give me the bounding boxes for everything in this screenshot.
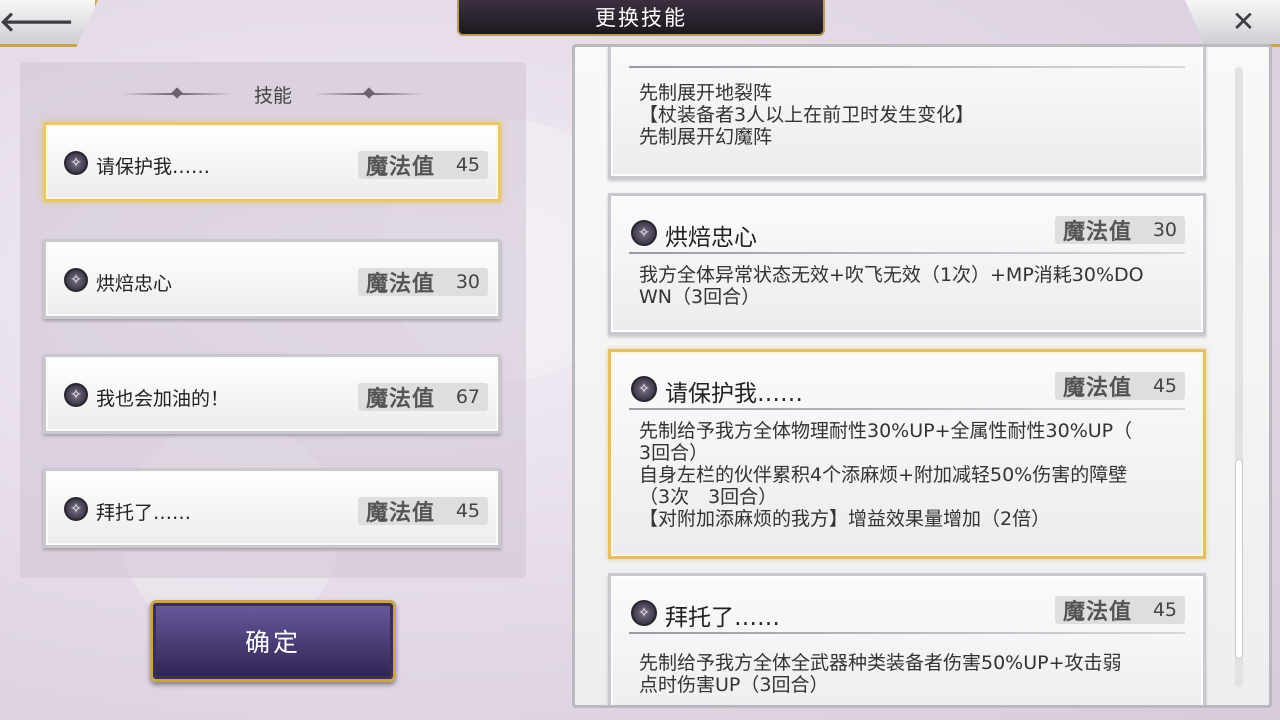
skill-name: 请保护我……	[96, 156, 211, 178]
mp-badge: 魔法值 45	[1055, 372, 1185, 401]
skill-detail-panel[interactable]: 先制展开地裂阵 【杖装备者3人以上在前卫时发生变化】 先制展开幻魔阵 ✧ 烘焙忠…	[572, 44, 1272, 708]
mp-badge: 魔法值 45	[358, 151, 488, 180]
divider	[629, 252, 1185, 254]
scrollbar-thumb[interactable]	[1235, 459, 1243, 659]
skill-name: 拜托了……	[96, 502, 192, 524]
mp-value: 45	[455, 500, 480, 522]
skill-emblem-icon: ✧	[64, 268, 88, 292]
mp-label: 魔法值	[366, 272, 436, 297]
close-x-icon: ✕	[1231, 5, 1256, 38]
mp-label: 魔法值	[366, 387, 436, 412]
mp-badge: 魔法值 45	[1055, 596, 1185, 625]
section-header: 技能	[20, 80, 526, 108]
skill-slot-1[interactable]: ✧ 请保护我…… 魔法值 45	[43, 122, 501, 202]
divider	[629, 408, 1185, 410]
skill-description: 先制给予我方全体全武器种类装备者伤害50%UP+攻击弱 点时伤害UP（3回合）	[639, 652, 1122, 696]
skill-description: 先制给予我方全体物理耐性30%UP+全属性耐性30%UP（ 3回合） 自身左栏的…	[639, 420, 1133, 530]
skill-emblem-icon: ✧	[631, 220, 657, 246]
arrow-left-icon: 🡐	[0, 5, 75, 38]
skill-description: 先制展开地裂阵 【杖装备者3人以上在前卫时发生变化】 先制展开幻魔阵	[639, 82, 975, 148]
mp-value: 45	[455, 154, 480, 176]
confirm-button[interactable]: 确定	[150, 600, 396, 682]
confirm-label: 确定	[244, 628, 301, 657]
back-button[interactable]: 🡐	[0, 0, 98, 47]
skill-slot-4[interactable]: ✧ 拜托了…… 魔法值 45	[43, 468, 501, 548]
mp-value: 45	[1152, 375, 1177, 397]
mp-label: 魔法值	[366, 155, 436, 180]
close-button[interactable]: ✕	[1185, 0, 1280, 47]
skill-slot-2[interactable]: ✧ 烘焙忠心 魔法值 30	[43, 239, 501, 319]
skill-slot-3[interactable]: ✧ 我也会加油的！ 魔法值 67	[43, 354, 501, 434]
skill-emblem-icon: ✧	[631, 600, 657, 626]
section-title: 技能	[253, 84, 292, 107]
skill-name: 我也会加油的！	[96, 388, 230, 410]
skill-detail-card: ✧ 请保护我…… 魔法值 45 先制给予我方全体物理耐性30%UP+全属性耐性3…	[608, 349, 1206, 559]
ornament-right	[314, 93, 424, 95]
mp-badge: 魔法值 30	[358, 268, 488, 297]
skill-description: 我方全体异常状态无效+吹飞无效（1次）+MP消耗30%DO WN（3回合）	[639, 264, 1144, 308]
top-bar: 🡐 更换技能 ✕	[0, 0, 1280, 47]
skill-emblem-icon: ✧	[64, 383, 88, 407]
skill-emblem-icon: ✧	[64, 151, 88, 175]
skill-detail-card: ✧ 烘焙忠心 魔法值 30 我方全体异常状态无效+吹飞无效（1次）+MP消耗30…	[608, 193, 1206, 335]
skill-detail-card: ✧ 拜托了…… 魔法值 45 先制给予我方全体全武器种类装备者伤害50%UP+攻…	[608, 573, 1206, 705]
skill-emblem-icon: ✧	[64, 497, 88, 521]
mp-label: 魔法值	[1063, 600, 1133, 625]
ornament-left	[121, 93, 232, 95]
mp-label: 魔法值	[1063, 220, 1133, 245]
divider	[629, 632, 1185, 634]
skill-name: 烘焙忠心	[96, 273, 173, 295]
mp-value: 45	[1152, 599, 1177, 621]
skill-detail-card: 先制展开地裂阵 【杖装备者3人以上在前卫时发生变化】 先制展开幻魔阵	[608, 47, 1206, 179]
mp-label: 魔法值	[1063, 376, 1133, 401]
skill-name: 请保护我……	[665, 381, 803, 407]
mp-value: 30	[1152, 219, 1177, 241]
mp-badge: 魔法值 45	[358, 497, 488, 526]
page-title: 更换技能	[457, 0, 825, 36]
mp-label: 魔法值	[366, 501, 436, 526]
skill-name: 烘焙忠心	[665, 225, 757, 251]
skill-name: 拜托了……	[665, 605, 780, 631]
mp-value: 67	[455, 386, 480, 408]
mp-value: 30	[455, 271, 480, 293]
divider	[629, 66, 1185, 68]
mp-badge: 魔法值 30	[1055, 216, 1185, 245]
mp-badge: 魔法值 67	[358, 383, 488, 412]
skill-emblem-icon: ✧	[631, 376, 657, 402]
